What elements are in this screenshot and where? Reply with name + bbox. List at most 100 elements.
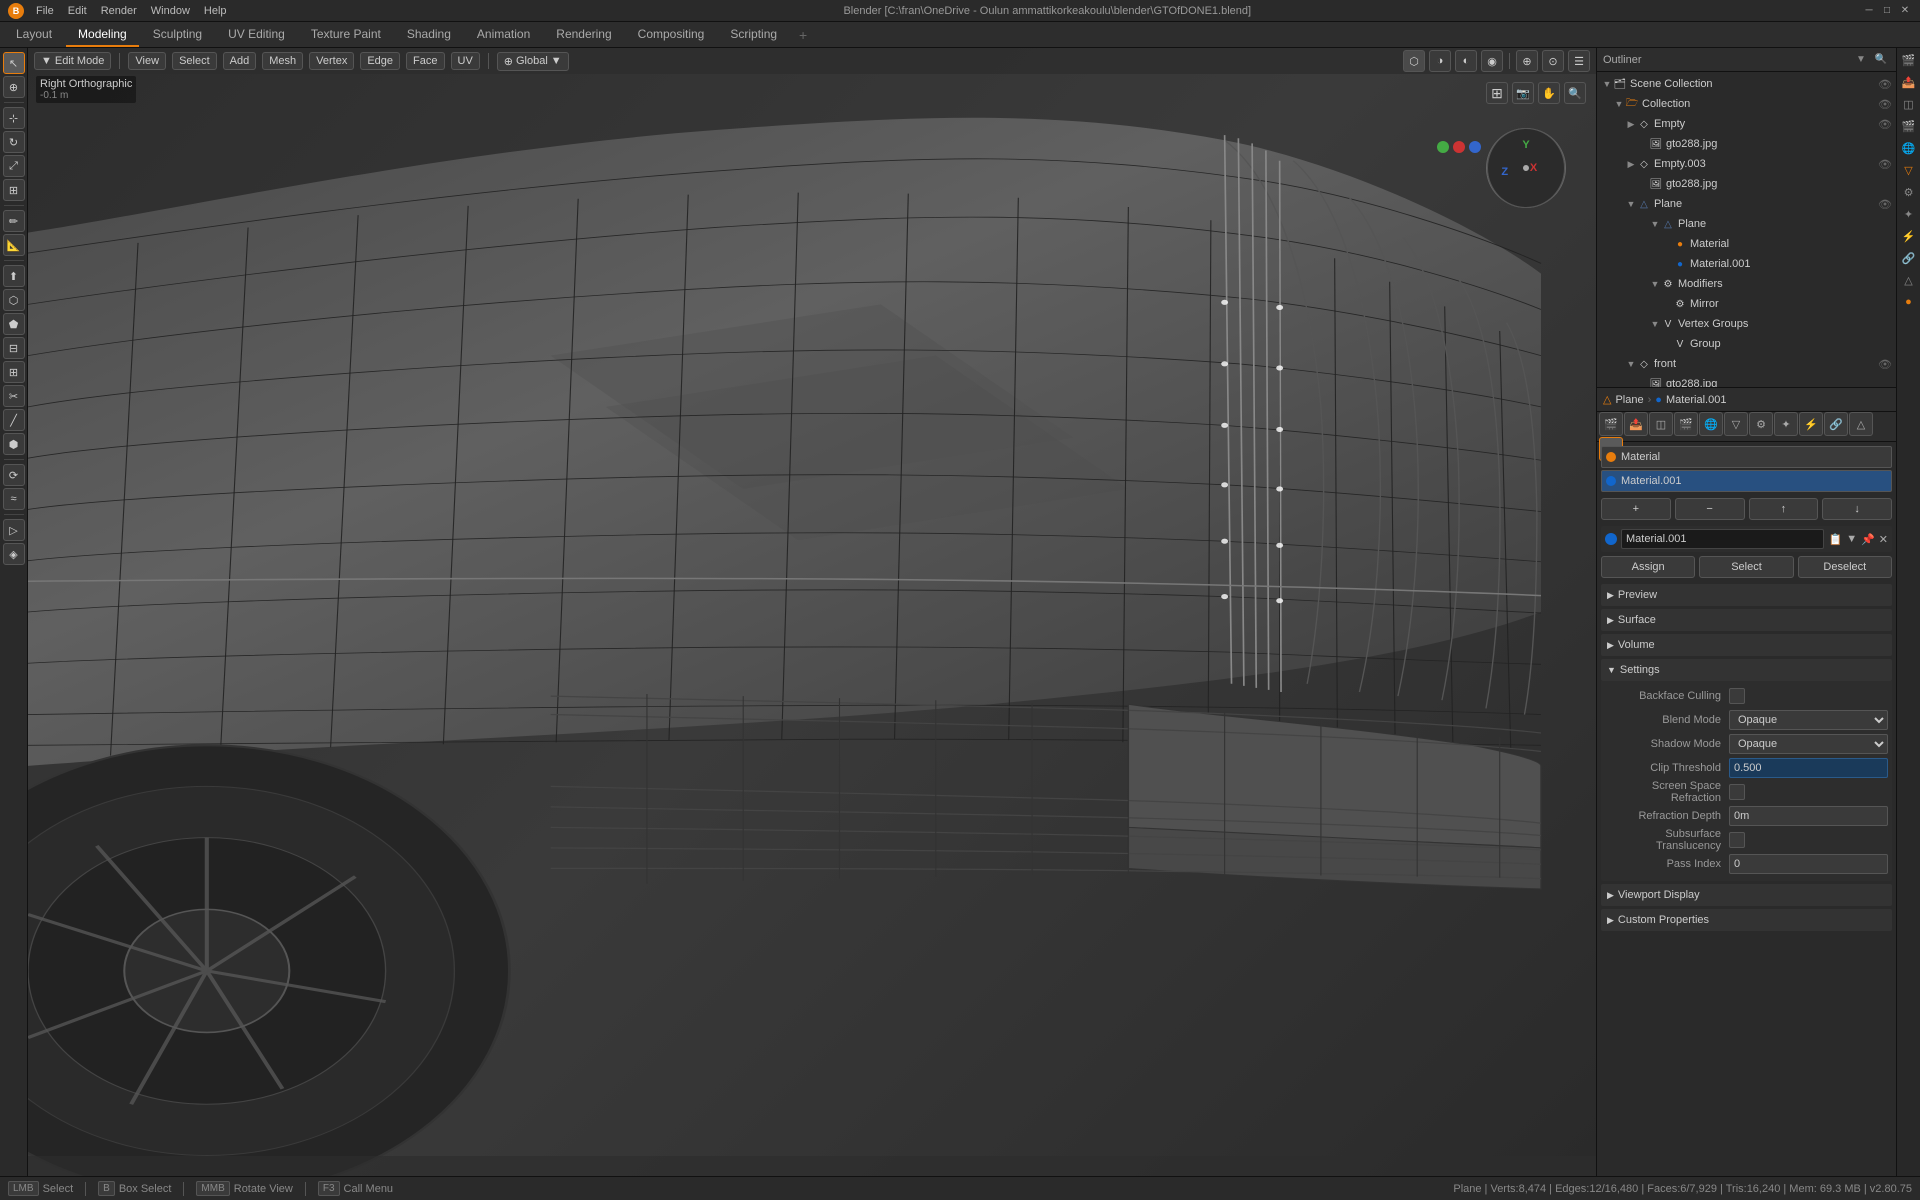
- expand-empty-003[interactable]: ▶: [1625, 158, 1637, 170]
- tool-select[interactable]: ↖: [3, 52, 25, 74]
- view-camera-btn[interactable]: 📷: [1512, 82, 1534, 104]
- viewport-uv-btn[interactable]: UV: [451, 52, 480, 70]
- tool-knife[interactable]: ✂: [3, 385, 25, 407]
- outliner-scene-collection[interactable]: ▼ 🗂 Scene Collection 👁: [1597, 74, 1896, 94]
- tab-texture-paint[interactable]: Texture Paint: [299, 22, 393, 47]
- outliner-vertex-groups[interactable]: ▼ V Vertex Groups: [1597, 314, 1896, 334]
- tab-animation[interactable]: Animation: [465, 22, 542, 47]
- outliner-gto288-1[interactable]: 🖼 gto288.jpg: [1597, 134, 1896, 154]
- view-zoom-btn[interactable]: 🔍: [1564, 82, 1586, 104]
- rs-particle-icon[interactable]: ✦: [1899, 204, 1919, 224]
- front-eye[interactable]: 👁: [1878, 358, 1892, 371]
- overlay-btn[interactable]: ⊙: [1542, 50, 1564, 72]
- section-preview-header[interactable]: ▶ Preview: [1601, 584, 1892, 606]
- ssr-checkbox[interactable]: [1729, 784, 1745, 800]
- outliner-gto288-front[interactable]: 🖼 gto288.jpg: [1597, 374, 1896, 388]
- tab-uv-editing[interactable]: UV Editing: [216, 22, 297, 47]
- shadow-mode-select[interactable]: Opaque None: [1729, 734, 1888, 754]
- rs-view-icon[interactable]: ◫: [1899, 94, 1919, 114]
- mat-new-icon[interactable]: 📋: [1828, 533, 1842, 546]
- tool-measure[interactable]: 📐: [3, 234, 25, 256]
- expand-collection[interactable]: ▼: [1613, 98, 1625, 110]
- viewport-rendered-btn[interactable]: ◉: [1481, 50, 1503, 72]
- gizmo-z-axis[interactable]: Z: [1501, 166, 1508, 178]
- outliner-empty[interactable]: ▶ ◇ Empty 👁: [1597, 114, 1896, 134]
- view-grid-btn[interactable]: ⊞: [1486, 82, 1508, 104]
- rs-data-icon[interactable]: △: [1899, 270, 1919, 290]
- viewport-material-btn[interactable]: ◐: [1455, 50, 1477, 72]
- gizmo-y-axis[interactable]: Y: [1522, 139, 1529, 151]
- tab-scripting[interactable]: Scripting: [718, 22, 789, 47]
- outliner-gto288-2[interactable]: 🖼 gto288.jpg: [1597, 174, 1896, 194]
- tab-shading[interactable]: Shading: [395, 22, 463, 47]
- blend-mode-select[interactable]: Opaque Alpha Blend Alpha Clip: [1729, 710, 1888, 730]
- mat-add-btn[interactable]: +: [1601, 498, 1671, 520]
- section-viewport-display-header[interactable]: ▶ Viewport Display: [1601, 884, 1892, 906]
- props-tab-view-layer[interactable]: ◫: [1649, 412, 1673, 436]
- props-tab-object[interactable]: ▽: [1724, 412, 1748, 436]
- outliner-material-001[interactable]: ● Material.001: [1597, 254, 1896, 274]
- backface-culling-checkbox[interactable]: [1729, 688, 1745, 704]
- view-move-btn[interactable]: ✋: [1538, 82, 1560, 104]
- tool-shear[interactable]: ▷: [3, 519, 25, 541]
- outliner-empty-003[interactable]: ▶ ◇ Empty.003 👁: [1597, 154, 1896, 174]
- tool-annotate[interactable]: ✏: [3, 210, 25, 232]
- tool-loop-cut[interactable]: ⊟: [3, 337, 25, 359]
- outliner-collection[interactable]: ▼ 🗁 Collection 👁: [1597, 94, 1896, 114]
- mat-slot-1[interactable]: Material: [1601, 446, 1892, 468]
- expand-empty[interactable]: ▶: [1625, 118, 1637, 130]
- section-settings-header[interactable]: ▼ Settings: [1601, 659, 1892, 681]
- mat-x-icon[interactable]: ✕: [1879, 533, 1888, 546]
- outliner-group[interactable]: V Group: [1597, 334, 1896, 354]
- tool-bisect[interactable]: ╱: [3, 409, 25, 431]
- viewport[interactable]: ▼ Edit Mode View Select Add Mesh Vertex …: [28, 48, 1596, 1176]
- outliner-plane[interactable]: ▼ △ Plane 👁: [1597, 194, 1896, 214]
- tool-transform[interactable]: ⊞: [3, 179, 25, 201]
- viewport-face-btn[interactable]: Face: [406, 52, 444, 70]
- menu-file[interactable]: File: [30, 3, 60, 19]
- tool-cursor[interactable]: ⊕: [3, 76, 25, 98]
- minimize-button[interactable]: ─: [1862, 4, 1876, 18]
- outliner-filter-icon[interactable]: ▼: [1852, 51, 1870, 69]
- viewport-mesh-btn[interactable]: Mesh: [262, 52, 303, 70]
- viewport-solid-btn[interactable]: ◑: [1429, 50, 1451, 72]
- outliner-mirror[interactable]: ⚙ Mirror: [1597, 294, 1896, 314]
- mat-down-btn[interactable]: ↓: [1822, 498, 1892, 520]
- tab-compositing[interactable]: Compositing: [626, 22, 717, 47]
- outliner-material[interactable]: ● Material: [1597, 234, 1896, 254]
- mat-slot-2[interactable]: Material.001: [1601, 470, 1892, 492]
- tab-layout[interactable]: Layout: [4, 22, 64, 47]
- outliner-front[interactable]: ▼ ◇ front 👁: [1597, 354, 1896, 374]
- empty-003-eye[interactable]: 👁: [1878, 158, 1892, 171]
- mat-pin-icon[interactable]: 📌: [1861, 533, 1875, 546]
- expand-modifiers[interactable]: ▼: [1649, 278, 1661, 290]
- props-tab-scene[interactable]: 🎬: [1674, 412, 1698, 436]
- outliner-modifiers[interactable]: ▼ ⚙ Modifiers: [1597, 274, 1896, 294]
- empty-eye[interactable]: 👁: [1878, 118, 1892, 131]
- menu-window[interactable]: Window: [145, 3, 196, 19]
- tab-modeling[interactable]: Modeling: [66, 22, 139, 47]
- section-surface-header[interactable]: ▶ Surface: [1601, 609, 1892, 631]
- tool-shrink-fatten[interactable]: ◈: [3, 543, 25, 565]
- tool-extrude[interactable]: ⬆: [3, 265, 25, 287]
- assign-btn[interactable]: Assign: [1601, 556, 1695, 578]
- props-tab-physics[interactable]: ⚡: [1799, 412, 1823, 436]
- tool-move[interactable]: ⊹: [3, 107, 25, 129]
- close-button[interactable]: ✕: [1898, 4, 1912, 18]
- rs-modifier-icon[interactable]: ⚙: [1899, 182, 1919, 202]
- blender-logo[interactable]: B: [8, 3, 24, 19]
- viewport-add-btn[interactable]: Add: [223, 52, 257, 70]
- expand-front[interactable]: ▼: [1625, 358, 1637, 370]
- rs-physics-icon[interactable]: ⚡: [1899, 226, 1919, 246]
- viewport-select-btn[interactable]: Select: [172, 52, 217, 70]
- gizmo-x-axis[interactable]: X: [1530, 162, 1537, 174]
- expand-vertex-groups[interactable]: ▼: [1649, 318, 1661, 330]
- collection-eye[interactable]: 👁: [1878, 98, 1892, 111]
- props-tab-constraints[interactable]: 🔗: [1824, 412, 1848, 436]
- deselect-btn[interactable]: Deselect: [1798, 556, 1892, 578]
- props-tab-particles[interactable]: ✦: [1774, 412, 1798, 436]
- viewport-canvas[interactable]: Right Orthographic -0.1 m ⊞ 📷 ✋ 🔍 X: [28, 48, 1596, 1176]
- mat-remove-btn[interactable]: −: [1675, 498, 1745, 520]
- subsurface-translucency-checkbox[interactable]: [1729, 832, 1745, 848]
- expand-scene-collection[interactable]: ▼: [1601, 78, 1613, 90]
